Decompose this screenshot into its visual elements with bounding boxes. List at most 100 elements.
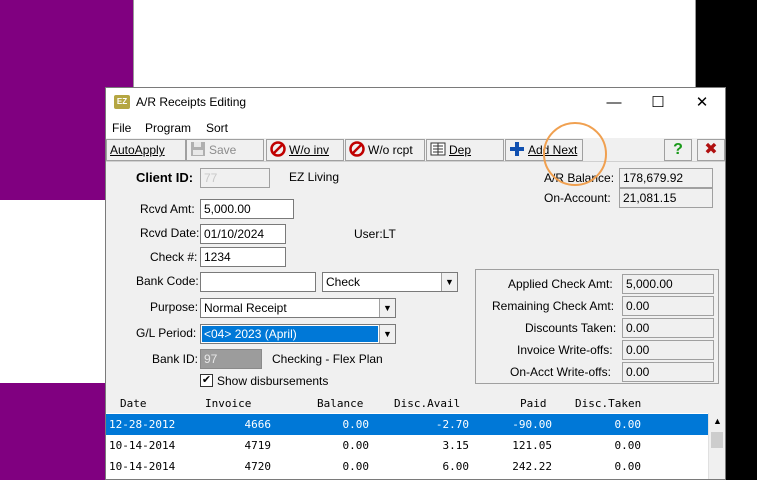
plus-icon [510,142,524,156]
cell-invoice: 4720 [244,460,272,473]
cell-balance: 0.00 [342,439,370,452]
gl-period-value: <04> 2023 (April) [202,326,378,342]
maximize-button[interactable]: ☐ [638,91,678,115]
client-id-label: Client ID: [136,170,194,185]
applied-check-amt-label: Applied Check Amt: [508,277,613,291]
save-label: Save [209,143,237,157]
close-button[interactable]: ✕ [682,91,722,115]
invoice-grid: 12-28-2012 4666 0.00 -2.70 -90.00 0.00 1… [106,413,708,479]
table-row[interactable]: 10-14-2014 4720 0.00 6.00 242.22 0.00 [106,456,708,477]
payment-type-select[interactable]: Check ▼ [322,272,458,292]
on-account-field: 21,081.15 [619,188,713,208]
on-acct-write-offs-field: 0.00 [622,362,714,382]
deposit-button[interactable]: Dep [426,139,504,161]
write-off-invoice-button[interactable]: W/o inv [266,139,344,161]
prohibited-icon [270,141,286,157]
column-header-disc-avail[interactable]: Disc.Avail [394,397,460,410]
chevron-down-icon[interactable]: ▼ [441,273,457,291]
save-button[interactable]: Save [186,139,264,161]
cell-date: 10-14-2014 [109,439,176,452]
menu-sort[interactable]: Sort [206,121,228,135]
bank-code-label: Bank Code: [136,274,199,288]
payment-type-value: Check [326,275,361,289]
discounts-taken-field: 0.00 [622,318,714,338]
autoapply-label: AutoApply [110,143,165,157]
menu-bar: File Program Sort [106,118,725,138]
rcvd-date-label: Rcvd Date: [140,226,200,240]
remaining-check-amt-label: Remaining Check Amt: [492,299,615,313]
cell-invoice: 4666 [244,418,272,431]
bank-id-label: Bank ID: [152,352,199,366]
rcvd-amt-input[interactable]: 5,000.00 [200,199,294,219]
chevron-down-icon[interactable]: ▼ [379,299,395,317]
scroll-up-arrow-icon[interactable]: ▲ [709,413,725,430]
wo-rcpt-label: W/o rcpt [368,143,413,157]
bank-id-field[interactable]: 97 [200,349,262,369]
check-number-input[interactable]: 1234 [200,247,286,267]
autoapply-button[interactable]: AutoApply [106,139,186,161]
title-bar[interactable]: EZ A/R Receipts Editing — ☐ ✕ [106,88,725,118]
cell-date: 10-14-2014 [109,460,176,473]
cell-disc-taken: 0.00 [614,460,642,473]
floppy-disk-icon [191,142,205,156]
rcvd-amt-label: Rcvd Amt: [140,202,195,216]
cell-disc-taken: 0.00 [614,418,642,431]
cell-date: 12-28-2012 [109,418,176,431]
minimize-button[interactable]: — [594,91,634,115]
rcvd-date-input[interactable]: 01/10/2024 [200,224,286,244]
table-row[interactable]: 12-28-2012 4666 0.00 -2.70 -90.00 0.00 [106,414,708,435]
cell-disc-avail: -2.70 [435,418,469,431]
column-header-balance[interactable]: Balance [317,397,363,410]
cell-paid: 242.22 [512,460,552,473]
remaining-check-amt-field: 0.00 [622,296,714,316]
menu-program[interactable]: Program [145,121,191,135]
client-name: EZ Living [289,170,340,184]
gl-period-label: G/L Period: [136,326,197,340]
cell-disc-avail: 3.15 [442,439,470,452]
invoice-write-offs-field: 0.00 [622,340,714,360]
cell-invoice: 4719 [244,439,272,452]
column-header-disc-taken[interactable]: Disc.Taken [575,397,641,410]
column-header-date[interactable]: Date [120,397,147,410]
cell-disc-taken: 0.00 [614,439,642,452]
purpose-select[interactable]: Normal Receipt ▼ [200,298,396,318]
bank-name: Checking - Flex Plan [272,352,383,366]
background-window-border [133,0,134,90]
dep-label: Dep [449,143,472,157]
column-header-invoice[interactable]: Invoice [205,397,251,410]
show-disbursements-checkbox[interactable]: ✔ [200,374,213,387]
menu-file[interactable]: File [112,121,131,135]
scroll-thumb[interactable] [711,432,723,448]
cell-balance: 0.00 [342,460,370,473]
table-row[interactable]: 10-14-2014 4719 0.00 3.15 121.05 0.00 [106,435,708,456]
app-icon: EZ [114,95,130,109]
background-window-border [695,0,696,90]
window-title: A/R Receipts Editing [136,95,247,109]
bank-code-input[interactable] [200,272,316,292]
check-no-label: Check #: [150,250,198,264]
gl-period-select[interactable]: <04> 2023 (April) ▼ [200,324,396,344]
chevron-down-icon[interactable]: ▼ [379,325,395,343]
on-acct-write-offs-label: On-Acct Write-offs: [510,365,611,379]
highlight-circle-annotation [543,122,607,186]
cell-paid: -90.00 [512,418,552,431]
ar-receipts-window: EZ A/R Receipts Editing — ☐ ✕ File Progr… [105,87,726,480]
ledger-icon [430,142,446,156]
help-icon: ? [673,141,683,158]
write-off-receipt-button[interactable]: W/o rcpt [345,139,425,161]
cell-disc-avail: 6.00 [442,460,470,473]
cell-balance: 0.00 [342,418,370,431]
help-button[interactable]: ? [664,139,692,161]
cell-paid: 121.05 [512,439,552,452]
cancel-icon: ✖ [704,141,718,158]
cancel-button[interactable]: ✖ [697,139,725,161]
show-disbursements-label: Show disbursements [217,374,329,388]
user-text: User:LT [354,227,396,241]
discounts-taken-label: Discounts Taken: [525,321,617,335]
grid-scrollbar[interactable]: ▲ [708,413,725,479]
purpose-label: Purpose: [150,300,199,314]
client-id-field[interactable]: 77 [200,168,270,188]
toolbar: AutoApply Save W/o inv W/o rcpt Dep Add … [106,138,725,162]
column-header-paid[interactable]: Paid [520,397,547,410]
wo-inv-label: W/o inv [289,143,330,157]
